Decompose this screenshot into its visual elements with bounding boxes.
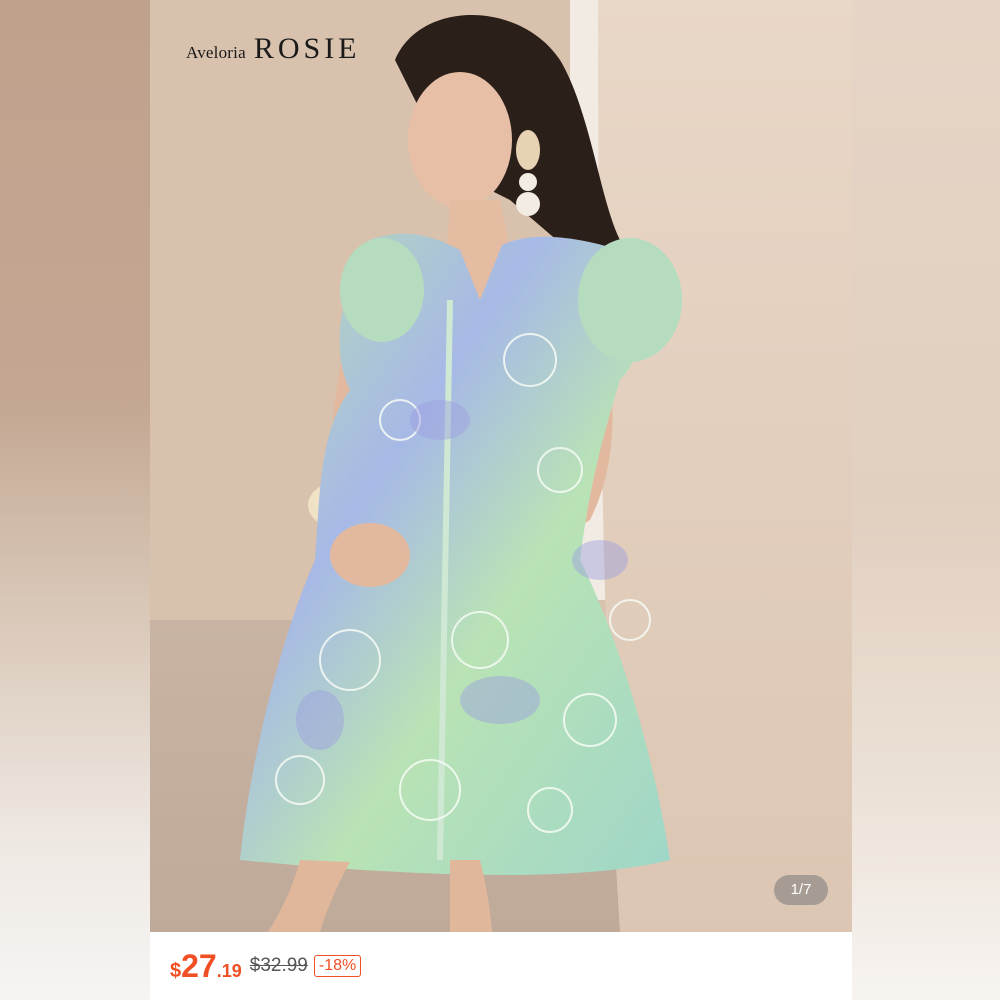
brand-logo: Aveloria ROSIE [186,32,361,66]
price-integer: 27 [181,947,217,984]
price-decimal: .19 [216,960,242,981]
product-photo[interactable]: Aveloria ROSIE 1/7 [150,0,852,932]
blurred-backdrop-left [0,0,150,1000]
sale-price: $ 27 .19 [170,948,242,985]
price-bar: $ 27 .19 $32.99 -18% [150,932,852,1000]
product-photo-illustration [150,0,852,932]
brand-prefix: Aveloria [186,43,246,62]
product-card: Aveloria ROSIE 1/7 $ 27 .19 $32.99 -18% [150,0,852,1000]
original-price: $32.99 [249,955,308,976]
gallery-counter: 1/7 [774,875,828,905]
discount-badge: -18% [313,955,362,977]
brand-name: ROSIE [253,32,361,65]
price-currency: $ [170,959,182,982]
blurred-backdrop-right [850,0,1000,1000]
